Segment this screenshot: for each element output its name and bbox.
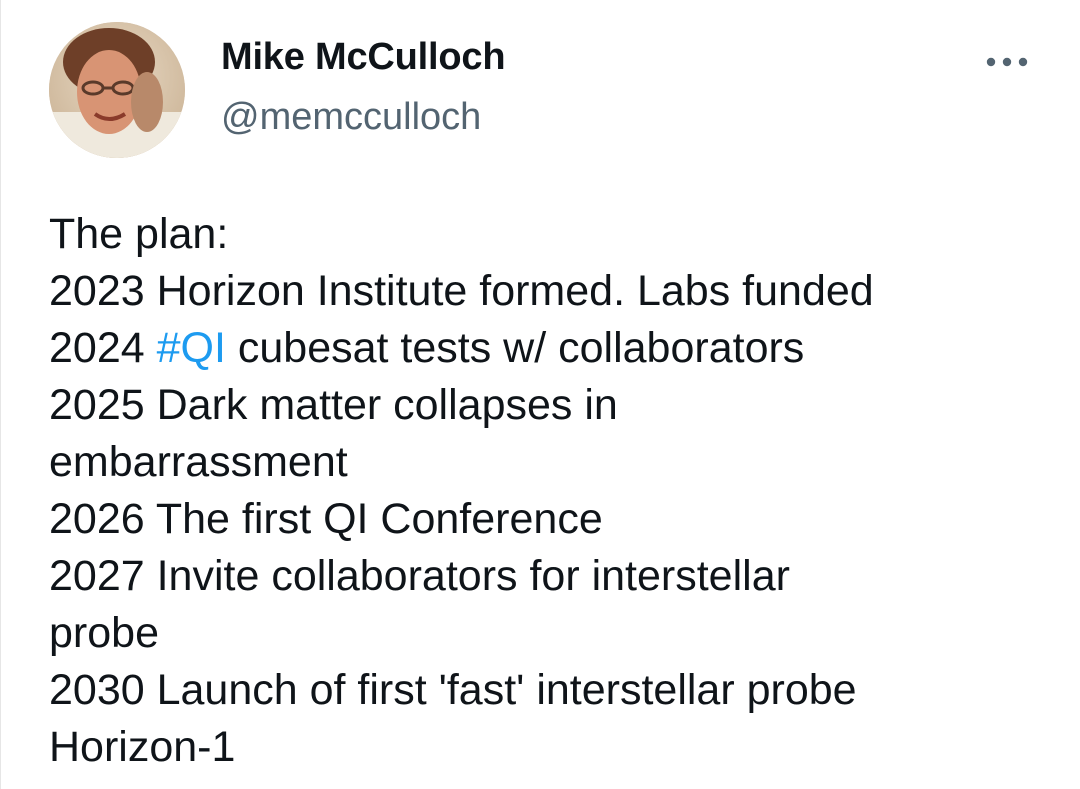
tweet-line: embarrassment [49,438,348,486]
tweet-line: 2027 Invite collaborators for interstell… [49,552,790,600]
tweet-line: Horizon-1 [49,723,236,771]
profile-photo-icon [49,22,185,158]
author-handle[interactable]: @memcculloch [221,96,481,139]
hashtag-link[interactable]: #QI [157,324,226,372]
tweet-card: Mike McCulloch @memcculloch The plan: 20… [0,0,1080,789]
tweet-line: 2024 #QI cubesat tests w/ collaborators [49,320,1049,377]
tweet-text: The plan: 2023 Horizon Institute formed.… [49,206,1049,776]
tweet-line: 2026 The first QI Conference [49,495,603,543]
tweet-line: 2023 Horizon Institute formed. Labs fund… [49,267,874,315]
tweet-line: probe [49,609,159,657]
tweet-line-suffix: cubesat tests w/ collaborators [225,324,805,372]
author-name[interactable]: Mike McCulloch [221,36,506,79]
more-options-icon[interactable] [983,48,1031,76]
tweet-line: 2025 Dark matter collapses in [49,381,618,429]
avatar[interactable] [49,22,185,158]
tweet-line-prefix: 2024 [49,324,157,372]
tweet-line: The plan: [49,210,229,258]
tweet-line: 2030 Launch of first 'fast' interstellar… [49,666,857,714]
